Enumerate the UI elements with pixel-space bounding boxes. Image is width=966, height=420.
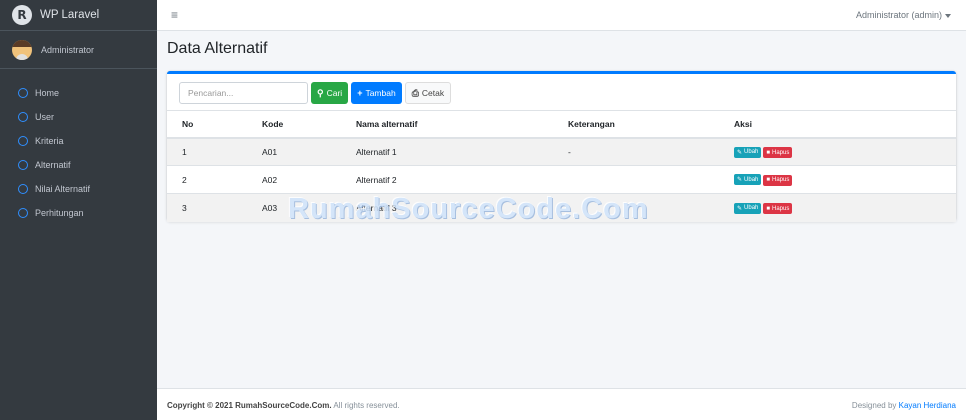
edit-button[interactable]: ✎ Ubah: [734, 202, 762, 214]
caret-down-icon: [945, 13, 951, 18]
cell-no: 1: [167, 137, 247, 166]
author-link[interactable]: Kayan Herdiana: [899, 401, 956, 410]
footer: Copyright © 2021 RumahSourceCode.Com. Al…: [157, 388, 966, 420]
table-row: 1 A01 Alternatif 1 - ✎ Ubah ■ Hapus: [167, 137, 956, 166]
cell-no: 3: [167, 193, 247, 222]
column-header-no[interactable]: No: [167, 110, 247, 139]
alternatives-table: No Kode Nama alternatif Keterangan Aksi …: [167, 110, 956, 222]
cell-aksi: ✎ Ubah ■ Hapus: [719, 137, 956, 166]
cell-kode: A01: [247, 137, 341, 166]
sidebar: R WP Laravel Administrator Home User Kri…: [0, 0, 157, 420]
sidebar-item-alternatif[interactable]: Alternatif: [0, 153, 157, 177]
sidebar-item-label: Nilai Alternatif: [35, 184, 91, 194]
menu-toggle-icon[interactable]: ≡: [171, 9, 178, 21]
sidebar-item-label: Alternatif: [35, 160, 71, 170]
sidebar-item-user[interactable]: User: [0, 105, 157, 129]
search-input[interactable]: [179, 82, 308, 104]
sidebar-item-label: Home: [35, 88, 60, 98]
trash-icon: ■: [766, 177, 770, 184]
column-header-kode[interactable]: Kode: [247, 110, 341, 139]
user-menu-label: Administrator (admin): [855, 10, 942, 20]
sidebar-item-label: Perhitungan: [35, 208, 84, 218]
add-button[interactable]: + Tambah: [351, 82, 402, 104]
column-header-nama[interactable]: Nama alternatif: [341, 110, 553, 139]
search-icon: ⚲: [317, 87, 324, 98]
delete-button[interactable]: ■ Hapus: [763, 147, 793, 158]
cell-aksi: ✎ Ubah ■ Hapus: [719, 193, 956, 222]
cell-kode: A03: [247, 193, 341, 222]
trash-icon: ■: [766, 149, 770, 156]
copyright-suffix: All rights reserved.: [331, 401, 400, 410]
delete-button[interactable]: ■ Hapus: [763, 203, 793, 214]
edit-button[interactable]: ✎ Ubah: [734, 174, 762, 186]
cell-aksi: ✎ Ubah ■ Hapus: [719, 165, 956, 194]
designed-by-label: Designed by: [851, 401, 899, 410]
cell-no: 2: [167, 165, 247, 194]
sidebar-item-perhitungan[interactable]: Perhitungan: [0, 201, 157, 225]
cell-nama: Alternatif 3: [341, 193, 553, 222]
copyright-prefix: Copyright © 2021: [167, 401, 236, 410]
page-title: Data Alternatif: [167, 40, 268, 57]
user-menu-dropdown[interactable]: Administrator (admin): [856, 10, 951, 20]
top-navbar: ≡ Administrator (admin): [157, 0, 966, 31]
sidebar-item-home[interactable]: Home: [0, 81, 157, 105]
sidebar-nav: Home User Kriteria Alternatif Nilai Alte…: [0, 69, 157, 225]
table-header-row: No Kode Nama alternatif Keterangan Aksi: [167, 110, 956, 139]
edit-icon: ✎: [737, 205, 743, 212]
sidebar-user-name: Administrator: [41, 44, 95, 55]
add-button-label: Tambah: [365, 88, 396, 98]
user-panel[interactable]: Administrator: [0, 31, 157, 69]
sidebar-item-label: User: [35, 112, 55, 122]
print-button[interactable]: ⎙ Cetak: [404, 82, 452, 104]
circle-icon: [18, 136, 28, 146]
brand-title: WP Laravel: [40, 9, 100, 21]
cell-keterangan: [553, 193, 719, 222]
data-card: ⚲ Cari + Tambah ⎙ Cetak No Kode Nama alt…: [167, 71, 956, 222]
circle-icon: [18, 112, 28, 122]
sidebar-item-label: Kriteria: [35, 136, 64, 146]
edit-icon: ✎: [737, 149, 743, 156]
cell-nama: Alternatif 1: [341, 137, 553, 166]
sidebar-item-kriteria[interactable]: Kriteria: [0, 129, 157, 153]
search-button-label: Cari: [326, 88, 343, 98]
avatar: [12, 39, 32, 60]
search-button[interactable]: ⚲ Cari: [311, 82, 349, 104]
circle-icon: [18, 160, 28, 170]
sidebar-item-nilai-alternatif[interactable]: Nilai Alternatif: [0, 177, 157, 201]
toolbar: ⚲ Cari + Tambah ⎙ Cetak: [179, 82, 452, 104]
plus-icon: +: [357, 88, 363, 98]
edit-button[interactable]: ✎ Ubah: [734, 146, 762, 158]
cell-kode: A02: [247, 165, 341, 194]
circle-icon: [18, 208, 28, 218]
circle-icon: [18, 88, 28, 98]
brand-link[interactable]: R WP Laravel: [0, 0, 157, 31]
copyright-site: RumahSourceCode.Com.: [235, 401, 332, 410]
cell-keterangan: -: [553, 137, 719, 166]
column-header-aksi: Aksi: [719, 110, 956, 139]
footer-copyright: Copyright © 2021 RumahSourceCode.Com. Al…: [167, 401, 400, 410]
cell-nama: Alternatif 2: [341, 165, 553, 194]
print-icon: ⎙: [411, 87, 419, 98]
delete-button[interactable]: ■ Hapus: [763, 174, 793, 186]
print-button-label: Cetak: [421, 88, 445, 98]
table-row: 2 A02 Alternatif 2 ✎ Ubah ■ Hapus: [167, 165, 956, 194]
footer-credit: Designed by Kayan Herdiana: [852, 401, 956, 410]
circle-icon: [18, 184, 28, 194]
cell-keterangan: [553, 165, 719, 194]
column-header-keterangan[interactable]: Keterangan: [553, 110, 719, 139]
table-row: 3 A03 Alternatif 3 ✎ Ubah ■ Hapus: [167, 193, 956, 222]
trash-icon: ■: [766, 205, 770, 212]
brand-logo-icon: R: [12, 5, 32, 25]
edit-icon: ✎: [737, 177, 743, 184]
